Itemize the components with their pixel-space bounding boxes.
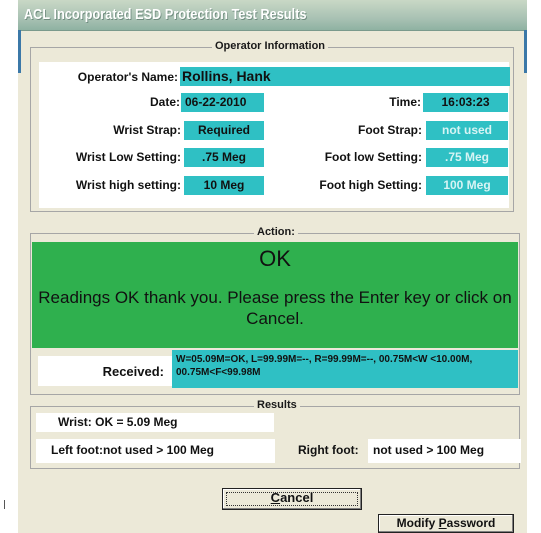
wrist-low-label: Wrist Low Setting:: [75, 150, 181, 164]
action-message: Readings OK thank you. Please press the …: [38, 288, 512, 328]
modify-password-label-start: Modify: [396, 516, 439, 530]
wrist-result: Wrist: OK = 5.09 Meg: [58, 415, 178, 429]
wrist-high-label: Wrist high setting:: [75, 178, 181, 192]
wrist-high-field: 10 Meg: [184, 176, 264, 195]
modify-password-button[interactable]: Modify Password: [378, 514, 514, 533]
foot-strap-label: Foot Strap:: [358, 123, 422, 137]
right-foot-label: Right foot:: [298, 443, 359, 457]
cancel-button[interactable]: Cancel: [222, 488, 362, 510]
window-edge-left: [18, 30, 21, 73]
date-label: Date:: [149, 95, 180, 109]
action-status: OK: [259, 246, 291, 271]
operator-name-field: Rollins, Hank: [180, 67, 510, 86]
left-foot-result: Left foot:not used > 100 Meg: [51, 443, 215, 457]
operator-name-label: Operator's Name:: [77, 70, 178, 84]
wrist-strap-label: Wrist Strap:: [113, 123, 181, 137]
action-label: Action:: [254, 226, 298, 238]
window-edge-right: [524, 30, 527, 73]
time-field: 16:03:23: [423, 93, 508, 112]
results-dialog: ACL Incorporated ESD Protection Test Res…: [18, 0, 527, 533]
received-label: Received:: [102, 364, 164, 379]
focus-rect: [226, 492, 358, 506]
modify-password-label-end: assword: [446, 516, 496, 530]
title-bar[interactable]: ACL Incorporated ESD Protection Test Res…: [18, 0, 527, 31]
window-title: ACL Incorporated ESD Protection Test Res…: [24, 6, 307, 23]
modify-password-hotkey: P: [438, 516, 447, 530]
foot-strap-field: not used: [426, 121, 508, 140]
date-field: 06-22-2010: [181, 93, 264, 112]
time-label: Time:: [389, 95, 421, 109]
received-field: W=05.09M=OK, L=99.99M=--, R=99.99M=--, 0…: [172, 350, 518, 388]
results-label: Results: [254, 399, 300, 411]
foot-high-label: Foot high Setting:: [319, 178, 422, 192]
foot-high-field: 100 Meg: [426, 176, 508, 195]
foot-low-label: Foot low Setting:: [324, 150, 422, 164]
wrist-strap-field: Required: [184, 121, 264, 140]
action-status-panel: OK Readings OK thank you. Please press t…: [32, 242, 518, 348]
operator-info-label: Operator Information: [212, 40, 329, 52]
stray-mark: [4, 500, 5, 509]
wrist-low-field: .75 Meg: [184, 148, 264, 167]
right-foot-result: not used > 100 Meg: [373, 443, 485, 457]
foot-low-field: .75 Meg: [426, 148, 508, 167]
